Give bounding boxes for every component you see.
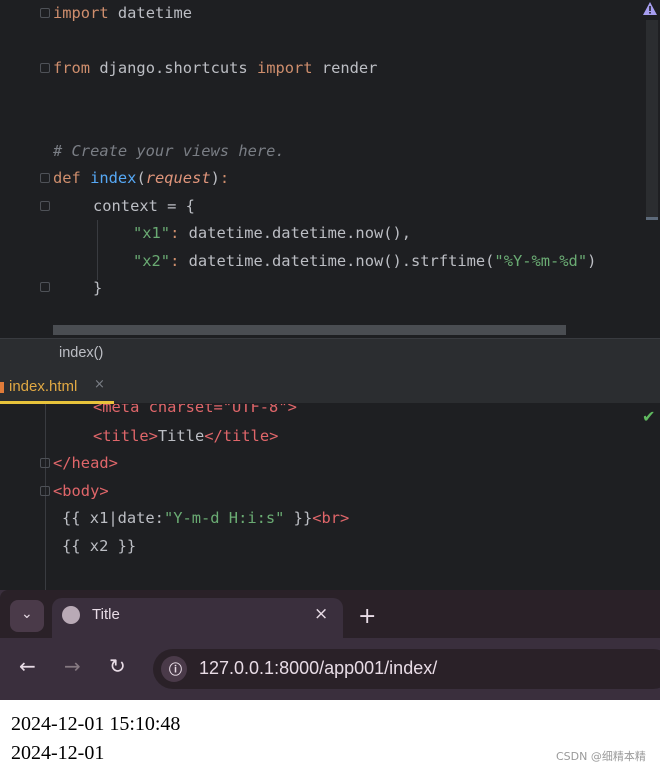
tab-index-html[interactable]: index.html × [0,369,114,404]
fold-marker-icon[interactable] [40,282,50,292]
fold-marker-icon[interactable] [40,8,50,18]
code-meta-line: <meta charset="UTF-8"> [93,404,297,416]
fold-marker-icon[interactable] [40,486,50,496]
browser-tab-strip: ⌄ Title × + [0,590,660,640]
code-template-x2: {{ x2 }} [62,537,137,555]
fold-marker-icon[interactable] [40,63,50,73]
code-title-line: <title>Title</title> [93,427,279,445]
code-x2-line: "x2": datetime.datetime.now().strftime("… [133,252,597,270]
code-line-1: import datetime [53,4,193,22]
vertical-scrollbar[interactable] [646,20,658,220]
breadcrumb[interactable]: index() [59,345,103,361]
code-line-3: from django.shortcuts import render [53,59,378,77]
close-icon[interactable]: × [314,604,328,624]
output-date: 2024-12-01 [11,742,105,764]
code-def-line: def index(request): [53,169,230,187]
page-content: 2024-12-01 15:10:48 2024-12-01 CSDN @细精本… [0,700,660,771]
scroll-marker [646,217,658,220]
breadcrumb-bar: index() [0,338,660,369]
code-template-x1: {{ x1|date:"Y-m-d H:i:s" }}<br> [62,509,350,527]
back-arrow-icon[interactable]: ← [19,654,36,678]
code-head-close: </head> [53,454,118,472]
address-bar[interactable]: ⓘ 127.0.0.1:8000/app001/index/ [153,649,660,689]
code-close-brace: } [93,279,103,297]
check-icon[interactable]: ✔ [642,407,655,426]
reload-icon[interactable]: ↻ [109,654,126,678]
python-editor[interactable]: import datetime from django.shortcuts im… [0,0,660,338]
html-editor[interactable]: <meta charset="UTF-8"> <title>Title</tit… [0,404,660,590]
browser-tab[interactable]: Title × [52,598,343,640]
tab-label: index.html [9,378,78,395]
gutter-divider [45,404,46,590]
tab-search-button[interactable]: ⌄ [10,600,44,632]
forward-arrow-icon[interactable]: → [64,654,81,678]
editor-tab-bar: index.html × [0,369,660,404]
browser-window: ⌄ Title × + ← → ↻ ⓘ 127.0.0.1:8000/app00… [0,590,660,771]
fold-marker-icon[interactable] [40,173,50,183]
indent-guide [97,220,98,280]
url-text[interactable]: 127.0.0.1:8000/app001/index/ [199,658,437,679]
output-datetime: 2024-12-01 15:10:48 [11,713,181,735]
watermark: CSDN @细精本精 [556,750,646,763]
code-context-line: context = { [93,197,195,215]
new-tab-button[interactable]: + [358,604,376,629]
warning-icon[interactable] [643,2,657,15]
code-comment: # Create your views here. [53,142,285,160]
browser-toolbar: ← → ↻ ⓘ 127.0.0.1:8000/app001/index/ [0,638,660,700]
site-info-icon[interactable]: ⓘ [161,656,187,682]
globe-icon [62,606,80,624]
browser-tab-title: Title [92,606,120,623]
code-x1-line: "x1": datetime.datetime.now(), [133,224,412,242]
code-body-open: <body> [53,482,109,500]
horizontal-scrollbar[interactable] [53,325,566,335]
html-file-icon [0,382,4,393]
close-icon[interactable]: × [94,377,105,392]
fold-marker-icon[interactable] [40,458,50,468]
chevron-down-icon: ⌄ [21,606,33,622]
fold-marker-icon[interactable] [40,201,50,211]
